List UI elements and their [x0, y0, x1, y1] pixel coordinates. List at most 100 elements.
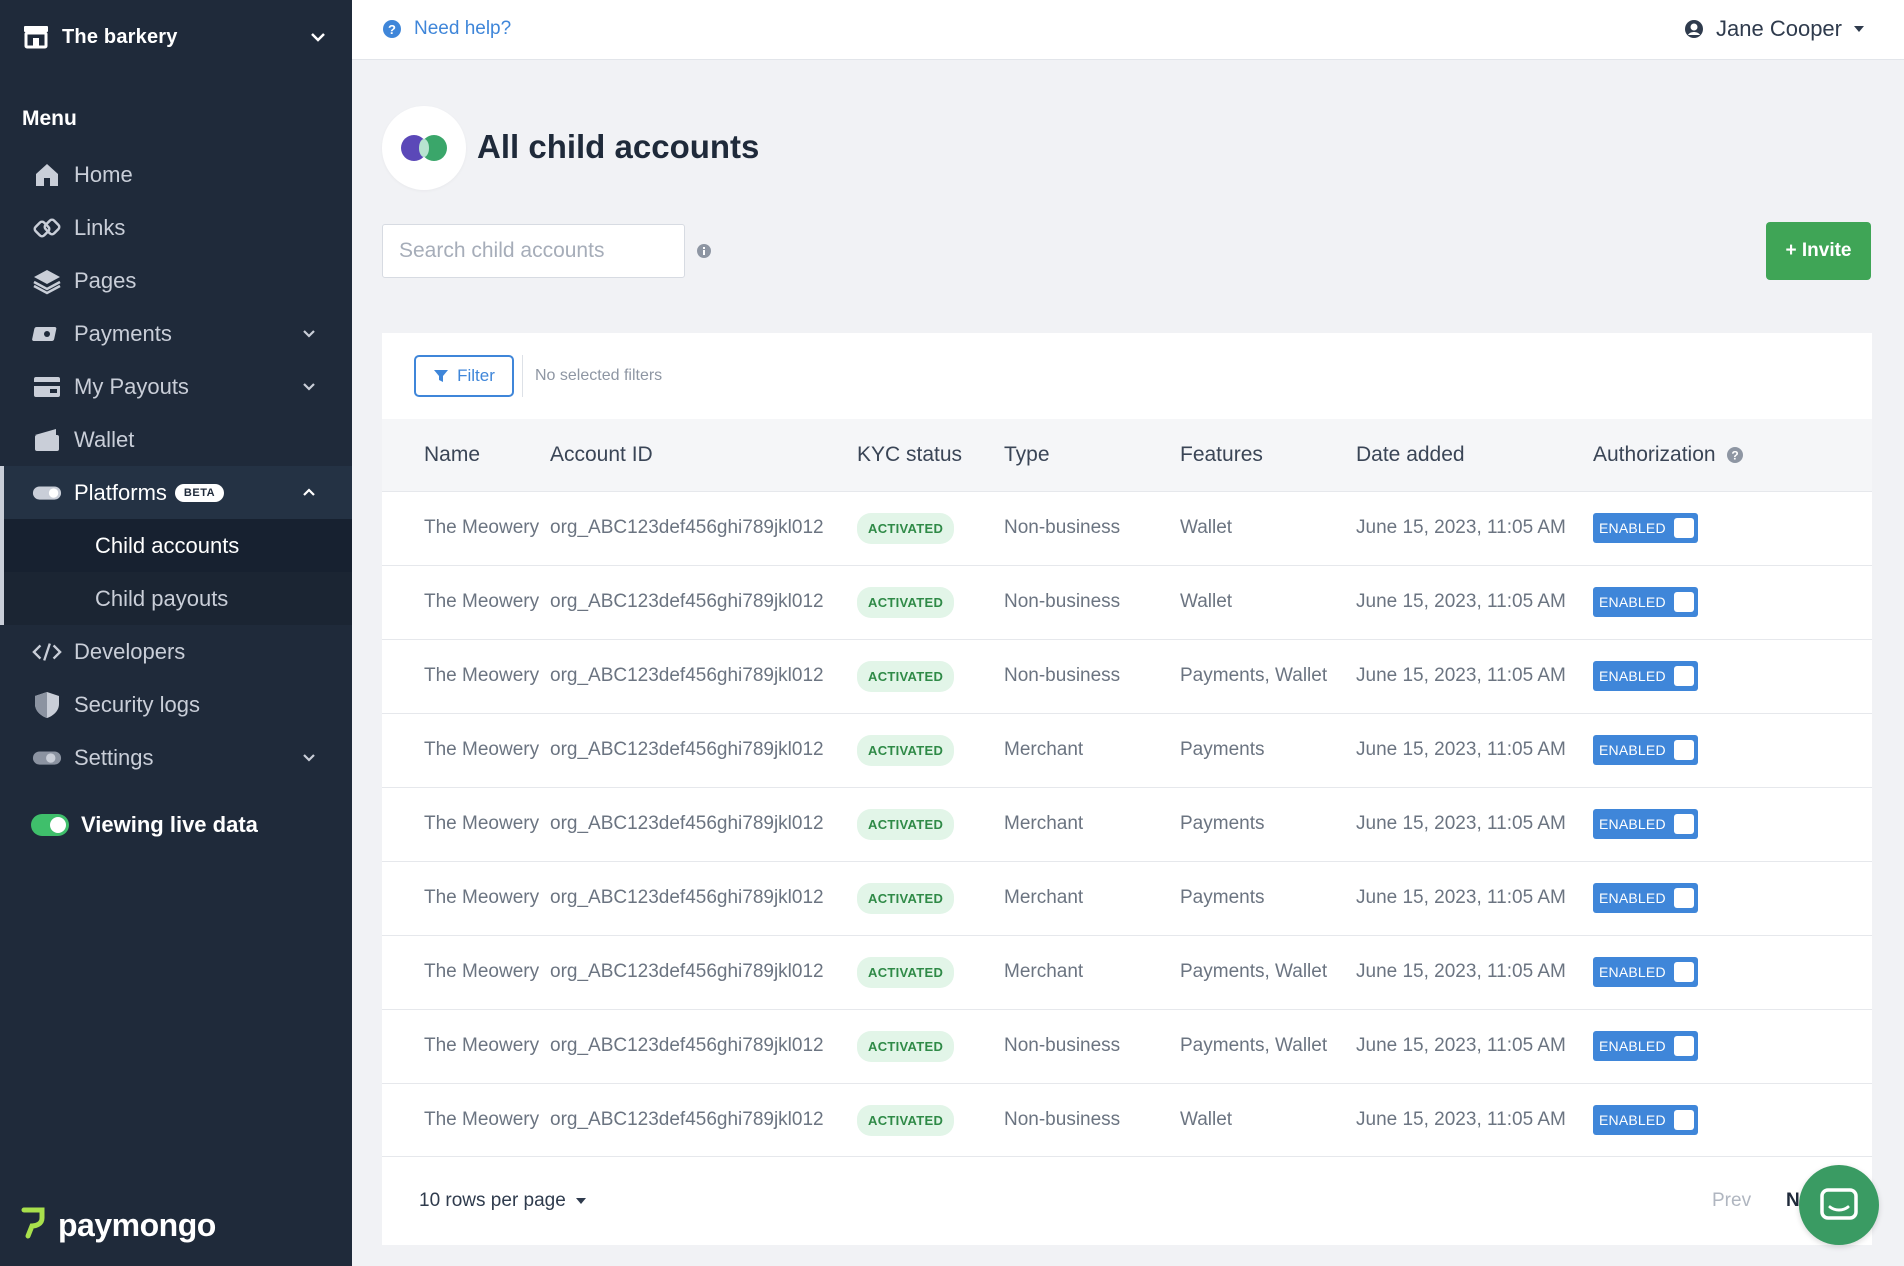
table-row[interactable]: The Meowery org_ABC123def456ghi789jkl012 A…: [382, 934, 1872, 1009]
cell-authorization: ENABLED: [1593, 860, 1872, 935]
authorization-toggle[interactable]: ENABLED: [1593, 513, 1698, 543]
toggle-knob: [1673, 666, 1694, 686]
cell-account-id: org_ABC123def456ghi789jkl012: [550, 1008, 857, 1083]
authorization-toggle[interactable]: ENABLED: [1593, 735, 1698, 765]
sidebar-item-pages[interactable]: Pages: [0, 254, 352, 307]
sidebar-item-my-payouts[interactable]: My Payouts: [0, 360, 352, 413]
invite-button[interactable]: + Invite: [1766, 222, 1871, 280]
caret-down-icon: [575, 1198, 586, 1204]
cell-account-id: org_ABC123def456ghi789jkl012: [550, 860, 857, 935]
sidebar-item-payments[interactable]: Payments: [0, 307, 352, 360]
cell-date-added: June 15, 2023, 11:05 AM: [1356, 860, 1593, 935]
cell-account-id: org_ABC123def456ghi789jkl012: [550, 712, 857, 787]
table-row[interactable]: The Meowery org_ABC123def456ghi789jkl012 A…: [382, 712, 1872, 787]
column-header-type[interactable]: Type: [1004, 419, 1180, 491]
filter-button[interactable]: Filter: [414, 355, 514, 397]
sidebar-item-developers[interactable]: Developers: [0, 625, 352, 678]
sidebar-item-platforms[interactable]: Platforms BETA: [0, 466, 352, 519]
platforms-submenu: Child accounts Child payouts: [0, 519, 352, 625]
live-data-toggle[interactable]: [31, 814, 69, 836]
chevron-down-icon[interactable]: [302, 753, 316, 762]
chat-launcher-button[interactable]: [1799, 1165, 1879, 1245]
sidebar-item-child-accounts[interactable]: Child accounts: [4, 519, 352, 572]
sidebar-item-label: Pages: [74, 267, 137, 293]
column-header-name[interactable]: Name: [382, 419, 550, 491]
column-header-account-id[interactable]: Account ID: [550, 419, 857, 491]
search-input[interactable]: [382, 224, 685, 278]
chevron-down-icon[interactable]: [302, 329, 316, 338]
authorization-toggle[interactable]: ENABLED: [1593, 661, 1698, 691]
sidebar-item-label: Payments: [74, 320, 172, 346]
kyc-status-badge: ACTIVATED: [857, 512, 955, 544]
cell-date-added: June 15, 2023, 11:05 AM: [1356, 564, 1593, 639]
sidebar-item-settings[interactable]: Settings: [0, 731, 352, 784]
sidebar-item-wallet[interactable]: Wallet: [0, 413, 352, 466]
code-icon: [32, 637, 62, 667]
info-icon[interactable]: [696, 243, 712, 259]
table-row[interactable]: The Meowery org_ABC123def456ghi789jkl012 A…: [382, 786, 1872, 861]
table-row[interactable]: The Meowery org_ABC123def456ghi789jkl012 A…: [382, 564, 1872, 639]
need-help-link[interactable]: ? Need help?: [382, 18, 511, 40]
cell-type: Non-business: [1004, 564, 1180, 639]
next-page-button[interactable]: N: [1786, 1190, 1800, 1212]
sidebar-item-label: Platforms: [74, 479, 167, 505]
table-row[interactable]: The Meowery org_ABC123def456ghi789jkl012 A…: [382, 490, 1872, 565]
chevron-down-icon[interactable]: [302, 382, 316, 391]
authorization-toggle[interactable]: ENABLED: [1593, 883, 1698, 913]
no-filters-text: No selected filters: [535, 367, 663, 384]
platforms-logo-icon: [401, 135, 447, 161]
authorization-toggle[interactable]: ENABLED: [1593, 587, 1698, 617]
chevron-up-icon[interactable]: [302, 488, 316, 497]
chat-icon: [1820, 1188, 1858, 1220]
links-icon: [32, 213, 62, 243]
cell-kyc-status: ACTIVATED: [857, 564, 1004, 639]
cell-authorization: ENABLED: [1593, 786, 1872, 861]
sidebar-item-child-payouts[interactable]: Child payouts: [4, 572, 352, 625]
cell-kyc-status: ACTIVATED: [857, 1008, 1004, 1083]
table-row[interactable]: The Meowery org_ABC123def456ghi789jkl012 A…: [382, 1008, 1872, 1083]
authorization-toggle[interactable]: ENABLED: [1593, 1105, 1698, 1136]
cell-date-added: June 15, 2023, 11:05 AM: [1356, 786, 1593, 861]
column-header-features[interactable]: Features: [1180, 419, 1356, 491]
cell-kyc-status: ACTIVATED: [857, 490, 1004, 565]
cell-features: Wallet: [1180, 1082, 1356, 1157]
table-header-row: Name Account ID KYC status Type Features…: [382, 419, 1872, 491]
platform-logo: [382, 106, 466, 190]
authorization-toggle[interactable]: ENABLED: [1593, 957, 1698, 987]
authorization-toggle[interactable]: ENABLED: [1593, 809, 1698, 839]
sidebar-item-security-logs[interactable]: Security logs: [0, 678, 352, 731]
table-row[interactable]: The Meowery org_ABC123def456ghi789jkl012 A…: [382, 638, 1872, 713]
column-header-authorization[interactable]: Authorization?: [1593, 419, 1872, 491]
toggle-knob: [1673, 518, 1694, 538]
page-title: All child accounts: [477, 128, 760, 165]
authorization-toggle[interactable]: ENABLED: [1593, 1031, 1698, 1061]
sidebar-item-home[interactable]: Home: [0, 148, 352, 201]
rows-per-page-select[interactable]: 10 rows per page: [419, 1190, 586, 1212]
brand-logo: paymongo: [20, 1206, 216, 1245]
cell-features: Payments, Wallet: [1180, 1008, 1356, 1083]
filter-label: Filter: [457, 366, 495, 385]
org-switcher[interactable]: The barkery: [22, 20, 332, 54]
cell-kyc-status: ACTIVATED: [857, 638, 1004, 713]
wallet-icon: [32, 425, 62, 455]
sidebar-item-links[interactable]: Links: [0, 201, 352, 254]
column-header-date-added[interactable]: Date added: [1356, 419, 1593, 491]
column-header-kyc-status[interactable]: KYC status: [857, 419, 1004, 491]
toggle-knob: [1673, 1036, 1694, 1056]
help-circle-icon[interactable]: ?: [1726, 446, 1744, 464]
sidebar: The barkery Menu Home Links Pages Paymen…: [0, 0, 352, 1266]
prev-page-button[interactable]: Prev: [1712, 1190, 1751, 1212]
cell-authorization: ENABLED: [1593, 490, 1872, 565]
child-accounts-table: Name Account ID KYC status Type Features…: [382, 419, 1872, 1157]
cell-type: Non-business: [1004, 1082, 1180, 1157]
table-row[interactable]: The Meowery org_ABC123def456ghi789jkl012 A…: [382, 1082, 1872, 1157]
sidebar-item-label: Security logs: [74, 691, 200, 717]
table-row[interactable]: The Meowery org_ABC123def456ghi789jkl012 A…: [382, 860, 1872, 935]
chevron-down-icon[interactable]: [310, 32, 326, 42]
svg-text:?: ?: [1731, 449, 1738, 463]
live-data-toggle-row: Viewing live data: [31, 812, 258, 838]
cell-account-id: org_ABC123def456ghi789jkl012: [550, 1082, 857, 1157]
cell-name: The Meowery: [382, 638, 550, 713]
user-menu[interactable]: Jane Cooper: [1684, 16, 1864, 42]
cell-date-added: June 15, 2023, 11:05 AM: [1356, 934, 1593, 1009]
